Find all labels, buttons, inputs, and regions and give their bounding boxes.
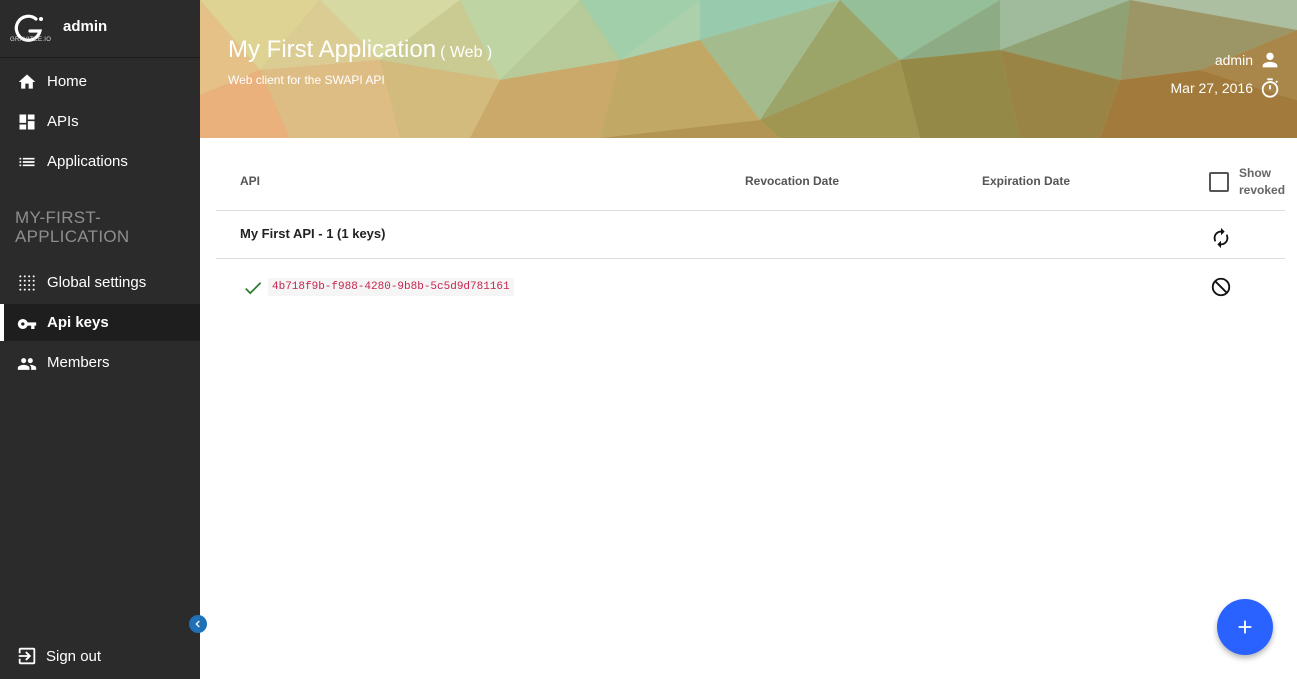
api-group-title: My First API - 1 (1 keys) [240,226,386,241]
dashboard-icon [17,112,37,132]
app-section-title: MY-FIRST-APPLICATION [15,208,130,246]
app-title-text: My First Application [228,36,437,63]
column-api: API [240,174,261,188]
api-key-value: 4b718f9b-f988-4280-9b8b-5c5d9d781161 [268,278,514,296]
nav-global-settings-label: Global settings [47,274,147,291]
nav-apis[interactable]: APIs [0,103,200,140]
grid-icon [17,273,37,293]
person-icon [1262,52,1278,68]
plus-icon [1238,620,1252,634]
nav-api-keys-label: Api keys [47,314,109,331]
show-revoked-label: Show revoked [1239,165,1287,199]
app-header: My First Application( Web ) Web client f… [200,0,1297,138]
nav-global-settings[interactable]: Global settings [0,264,200,301]
show-revoked-checkbox[interactable] [1209,172,1229,192]
nav-applications-label: Applications [47,153,128,170]
nav-apis-label: APIs [47,113,79,130]
app-title: My First Application( Web ) [228,36,492,64]
sidebar-collapse-button[interactable] [189,615,207,633]
nav-home[interactable]: Home [0,63,200,100]
sidebar-header: GRAVITEE.IO admin [0,0,200,58]
timer-icon [1261,78,1279,98]
people-icon [17,353,37,373]
nav-api-keys[interactable]: Api keys [0,304,200,341]
nav-members[interactable]: Members [0,344,200,381]
sidebar-username: admin [63,18,108,35]
nav-home-label: Home [47,73,88,90]
nav-members-label: Members [47,354,110,371]
exit-icon [16,645,38,667]
home-icon [17,72,37,92]
header-divider [216,210,1285,211]
header-date: Mar 27, 2016 [1171,77,1282,99]
show-revoked-text: Show revoked [1239,166,1286,197]
nav-applications[interactable]: Applications [0,143,200,180]
logo-text: GRAVITEE.IO [10,37,52,43]
sidebar: GRAVITEE.IO admin Home APIs Applications… [0,0,200,679]
header-date-text: Mar 27, 2016 [1170,80,1254,96]
app-type: ( Web ) [440,44,493,61]
header-user[interactable]: admin [1215,49,1281,71]
key-icon [17,313,37,333]
add-api-key-button[interactable] [1217,599,1273,655]
signout-label: Sign out [46,647,102,665]
column-expiration-date: Expiration Date [982,174,1071,188]
group-divider [216,258,1285,259]
list-icon [17,152,37,172]
header-username: admin [1214,52,1253,68]
app-description: Web client for the SWAPI API [228,73,385,87]
check-icon [245,282,262,295]
renew-key-icon[interactable] [1210,227,1232,249]
column-revocation-date: Revocation Date [745,174,840,188]
header-background [200,0,1297,138]
revoke-key-icon[interactable] [1210,276,1232,298]
signout-button[interactable]: Sign out [0,637,200,675]
chevron-left-icon [195,620,200,628]
